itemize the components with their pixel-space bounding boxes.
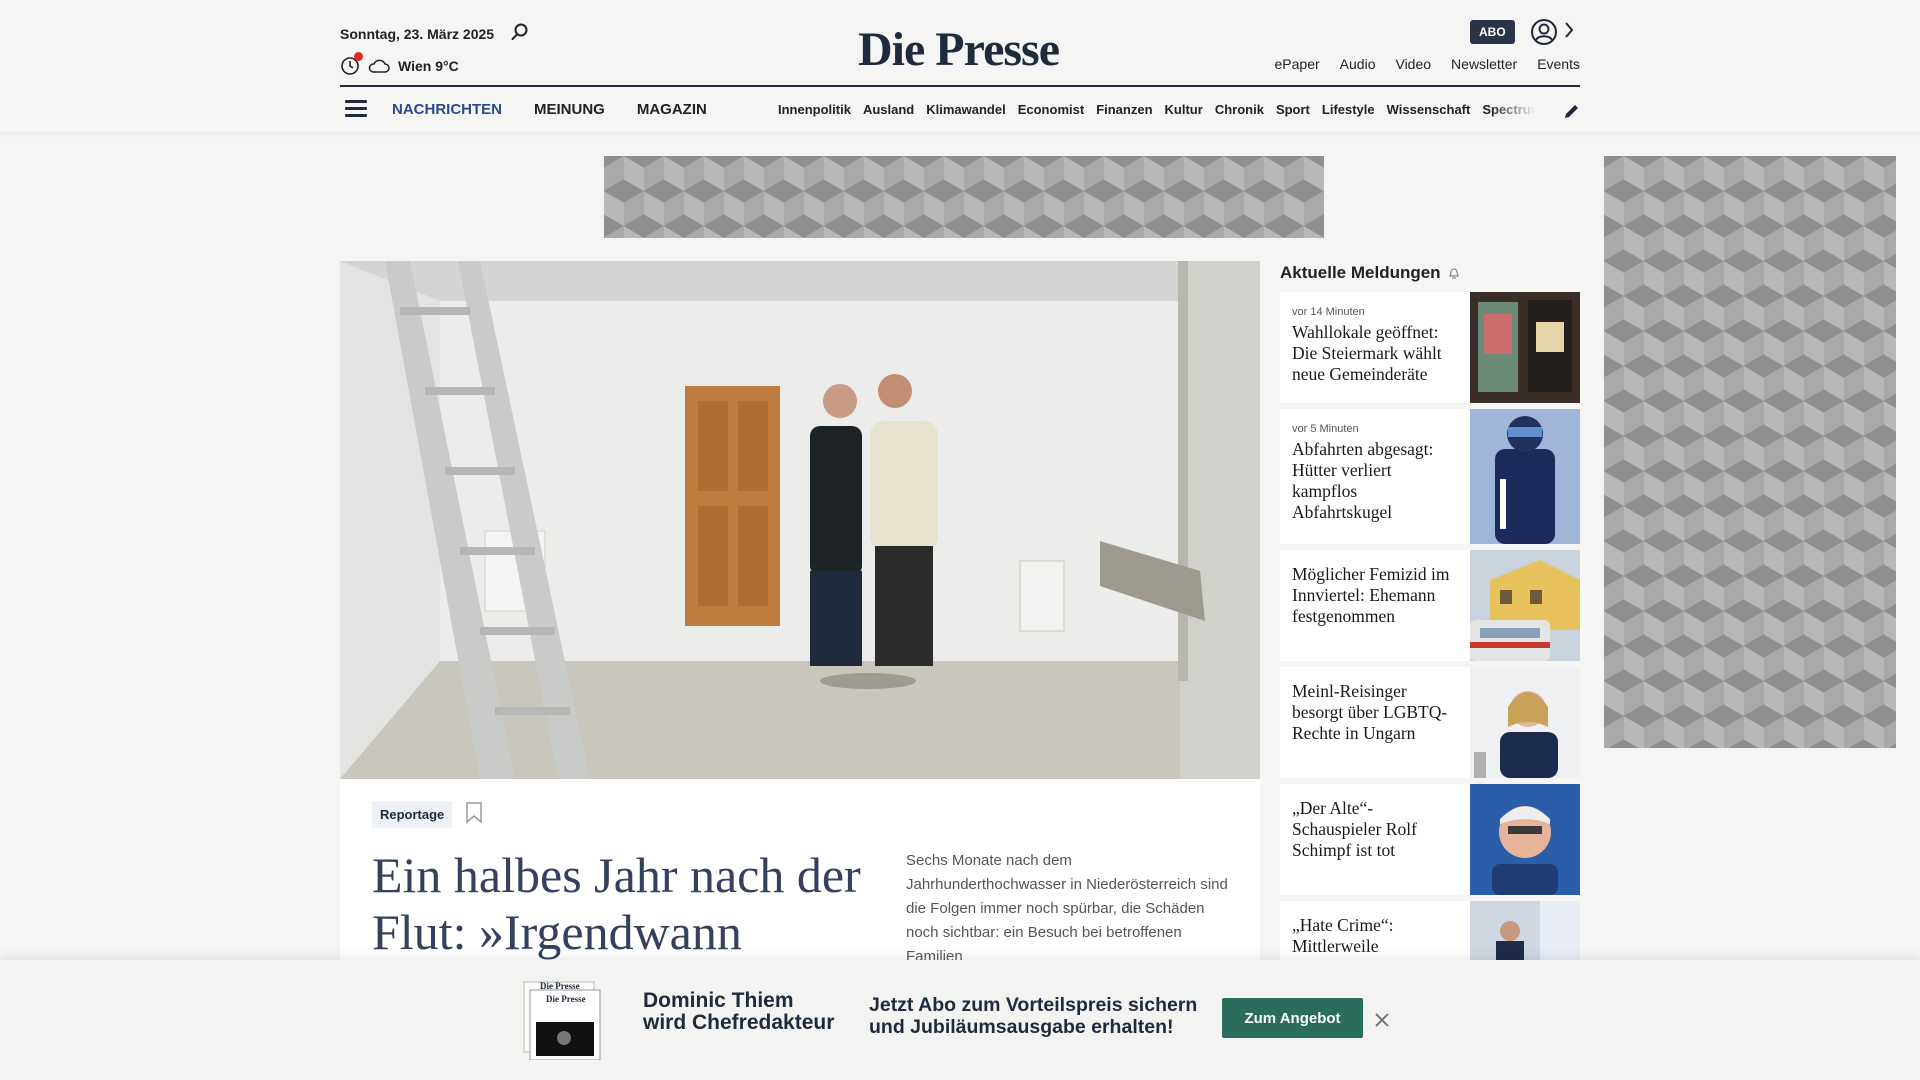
subnav-item[interactable]: Klimawandel bbox=[926, 102, 1005, 117]
ad-banner-top[interactable] bbox=[604, 156, 1324, 238]
weather-widget[interactable]: Wien 9°C bbox=[340, 52, 459, 76]
nav-meinung[interactable]: MEINUNG bbox=[534, 101, 605, 118]
subnav-item[interactable]: Lifestyle bbox=[1322, 102, 1375, 117]
user-account-icon[interactable] bbox=[1530, 18, 1558, 46]
close-icon[interactable] bbox=[1374, 1012, 1390, 1028]
news-time: vor 14 Minuten bbox=[1292, 306, 1365, 318]
promo-name-line1: Dominic Thiem bbox=[643, 989, 794, 1012]
link-events[interactable]: Events bbox=[1537, 56, 1580, 72]
notification-dot bbox=[354, 52, 363, 61]
news-section-label: Aktuelle Meldungen bbox=[1280, 263, 1441, 282]
news-thumbnail bbox=[1470, 667, 1580, 778]
news-time: vor 5 Minuten bbox=[1292, 423, 1359, 435]
site-logo[interactable]: Die Presse bbox=[858, 22, 1060, 77]
search-icon[interactable] bbox=[510, 22, 530, 42]
pencil-icon[interactable] bbox=[1562, 101, 1582, 121]
news-headline: Abfahrten abgesagt: Hütter verliert kamp… bbox=[1292, 439, 1434, 522]
news-thumbnail bbox=[1470, 409, 1580, 544]
sub-nav: Innenpolitik Ausland Klimawandel Economi… bbox=[778, 102, 1536, 117]
header-divider bbox=[340, 85, 1580, 87]
current-date: Sonntag, 23. März 2025 bbox=[340, 26, 495, 42]
hero-image[interactable] bbox=[340, 261, 1260, 779]
subnav-item[interactable]: Finanzen bbox=[1096, 102, 1152, 117]
news-item[interactable]: Möglicher Femizid im Innviertel: Ehemann… bbox=[1280, 550, 1580, 661]
newspaper-image: Die Presse Die Presse bbox=[522, 980, 602, 1061]
link-audio[interactable]: Audio bbox=[1340, 56, 1376, 72]
article-teaser: Sechs Monate nach dem Jahrhunderthochwas… bbox=[906, 852, 1228, 965]
article-headline[interactable]: Ein halbes Jahr nach der Flut: »Irgendwa… bbox=[372, 847, 862, 961]
main-nav: NACHRICHTEN MEINUNG MAGAZIN bbox=[392, 101, 707, 118]
bell-icon[interactable] bbox=[1447, 266, 1461, 280]
news-headline: Möglicher Femizid im Innviertel: Ehemann… bbox=[1292, 564, 1450, 626]
news-headline: „Der Alte“-Schauspieler Rolf Schimpf ist… bbox=[1292, 798, 1417, 860]
subnav-item[interactable]: Ausland bbox=[863, 102, 914, 117]
chevron-right-icon[interactable] bbox=[1562, 18, 1576, 42]
subnav-item[interactable]: Sport bbox=[1276, 102, 1310, 117]
nav-magazin[interactable]: MAGAZIN bbox=[637, 101, 707, 118]
paper-logo-front: Die Presse bbox=[546, 994, 586, 1004]
hamburger-menu-icon[interactable] bbox=[345, 100, 367, 118]
article-kicker[interactable]: Reportage bbox=[372, 801, 453, 828]
clock-icon bbox=[340, 52, 363, 76]
zum-angebot-button[interactable]: Zum Angebot bbox=[1222, 998, 1363, 1038]
subnav-item[interactable]: Innenpolitik bbox=[778, 102, 851, 117]
bookmark-icon[interactable] bbox=[465, 802, 483, 824]
news-item[interactable]: vor 5 Minuten Abfahrten abgesagt: Hütter… bbox=[1280, 409, 1580, 544]
subnav-item[interactable]: Wissenschaft bbox=[1387, 102, 1471, 117]
cloud-icon bbox=[368, 59, 390, 73]
subnav-item[interactable]: Chronik bbox=[1215, 102, 1264, 117]
subscription-banner: Die Presse Die Presse Dominic Thiem wird… bbox=[0, 960, 1920, 1080]
link-video[interactable]: Video bbox=[1395, 56, 1431, 72]
weather-text: Wien 9°C bbox=[398, 58, 459, 74]
news-thumbnail bbox=[1470, 550, 1580, 661]
promo-text-line2: und Jubiläumsausgabe erhalten! bbox=[869, 1016, 1174, 1038]
news-item[interactable]: Meinl-Reisinger besorgt über LGBTQ-Recht… bbox=[1280, 667, 1580, 778]
news-section-title: Aktuelle Meldungen bbox=[1280, 263, 1461, 283]
top-links: ePaper Audio Video Newsletter Events bbox=[1275, 56, 1580, 72]
link-newsletter[interactable]: Newsletter bbox=[1451, 56, 1517, 72]
abo-button[interactable]: ABO bbox=[1470, 20, 1515, 44]
subnav-item[interactable]: Kultur bbox=[1165, 102, 1203, 117]
news-thumbnail bbox=[1470, 784, 1580, 895]
promo-text-line1: Jetzt Abo zum Vorteilspreis sichern bbox=[869, 994, 1198, 1016]
news-thumbnail bbox=[1470, 292, 1580, 403]
news-list: vor 14 Minuten Wahllokale geöffnet: Die … bbox=[1280, 292, 1580, 1018]
nav-nachrichten[interactable]: NACHRICHTEN bbox=[392, 101, 502, 118]
paper-logo-back: Die Presse bbox=[540, 981, 580, 991]
site-header: Sonntag, 23. März 2025 Wien 9°C Die Pres… bbox=[0, 0, 1920, 132]
subnav-item[interactable]: Spectrum bbox=[1482, 102, 1536, 117]
promo-name-line2: wird Chefredakteur bbox=[643, 1011, 835, 1034]
link-epaper[interactable]: ePaper bbox=[1275, 56, 1320, 72]
news-item[interactable]: „Der Alte“-Schauspieler Rolf Schimpf ist… bbox=[1280, 784, 1580, 895]
news-item[interactable]: vor 14 Minuten Wahllokale geöffnet: Die … bbox=[1280, 292, 1580, 403]
subnav-item[interactable]: Economist bbox=[1018, 102, 1084, 117]
promo-text: Jetzt Abo zum Vorteilspreis sichern und … bbox=[869, 994, 1197, 1038]
ad-skyscraper[interactable] bbox=[1604, 156, 1896, 748]
promo-name: Dominic Thiem wird Chefredakteur bbox=[643, 990, 834, 1034]
news-headline: Wahllokale geöffnet: Die Steiermark wähl… bbox=[1292, 322, 1442, 384]
hero-photo-illustration bbox=[340, 261, 1260, 779]
news-headline: Meinl-Reisinger besorgt über LGBTQ-Recht… bbox=[1292, 681, 1448, 743]
news-headline: „Hate Crime“: Mittlerweile bbox=[1292, 915, 1394, 956]
